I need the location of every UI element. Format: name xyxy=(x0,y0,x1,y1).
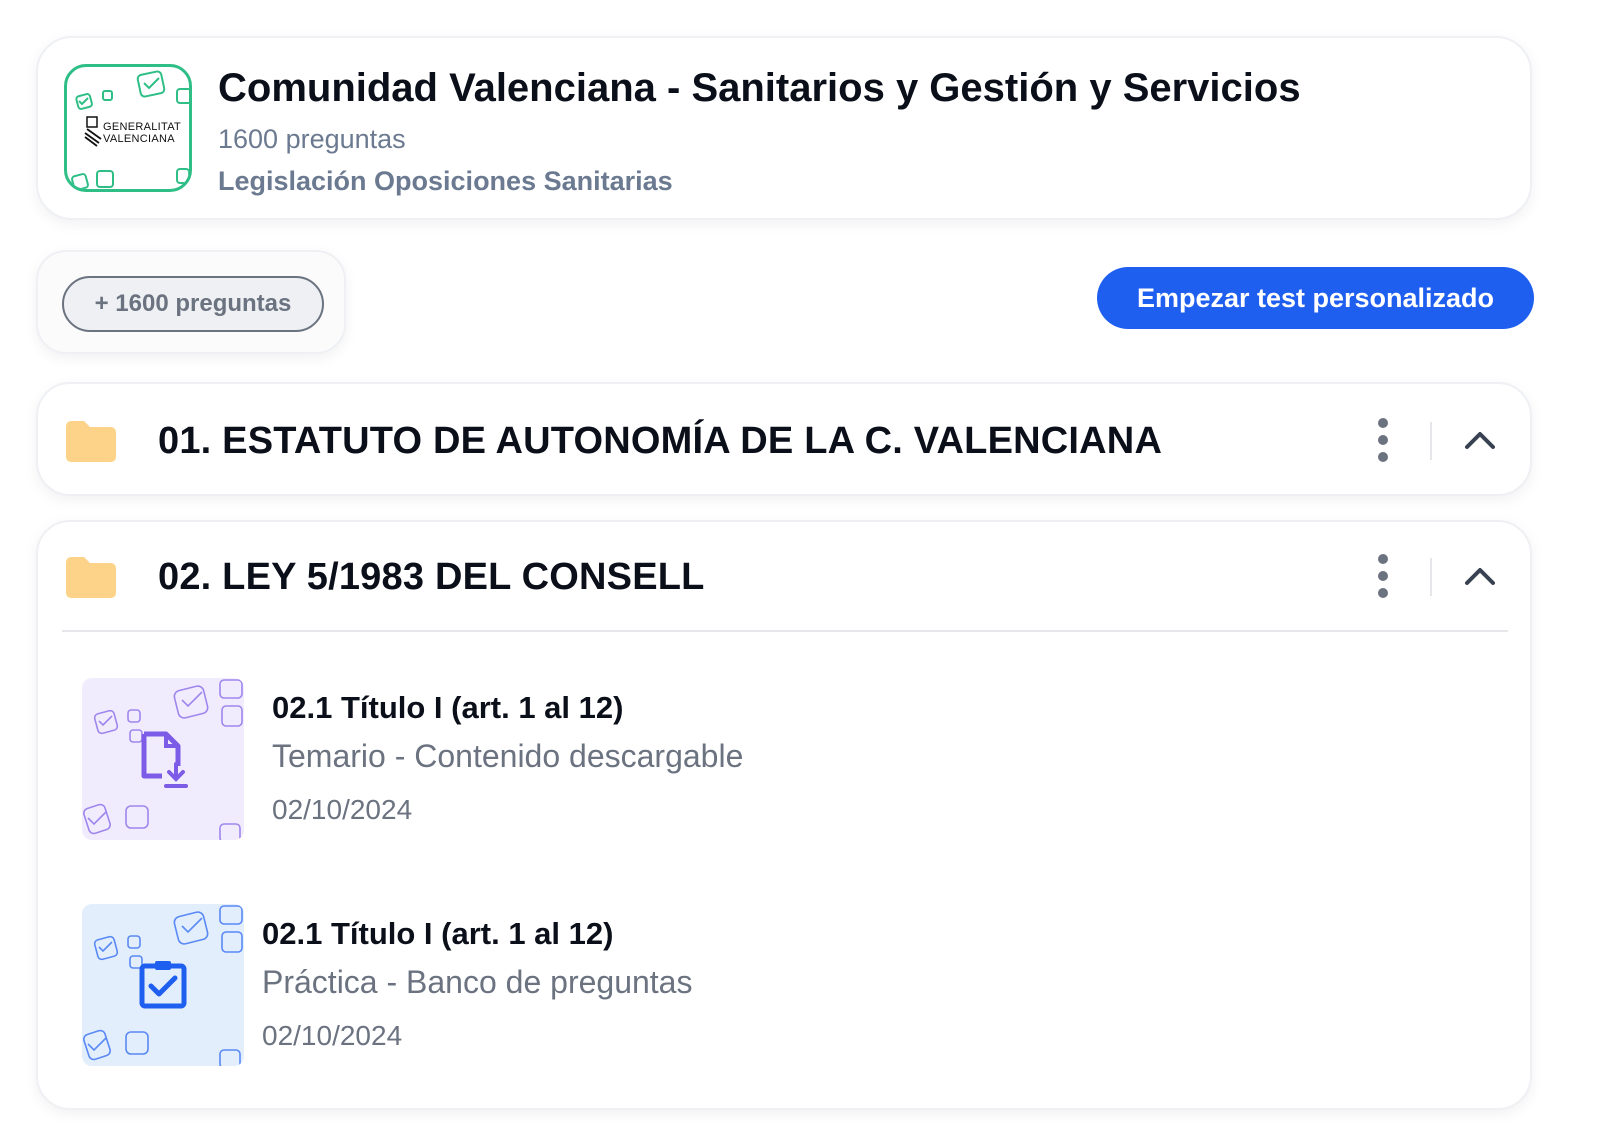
content-item[interactable]: 02.1 Título I (art. 1 al 12) Práctica - … xyxy=(82,904,1482,1066)
folder-title[interactable]: 02. LEY 5/1983 DEL CONSELL xyxy=(158,556,705,599)
divider xyxy=(1430,422,1432,460)
folder-icon xyxy=(66,421,116,462)
questions-count-chip[interactable]: + 1600 preguntas xyxy=(62,276,324,332)
item-thumbnail xyxy=(82,678,244,840)
item-subtitle: Práctica - Banco de preguntas xyxy=(262,964,693,1000)
chevron-up-icon[interactable] xyxy=(1462,428,1498,452)
more-options-icon[interactable] xyxy=(1368,418,1398,466)
course-category: Legislación Oposiciones Sanitarias xyxy=(218,166,673,196)
course-header-card: GENERALITAT VALENCIANA Comunidad Valenci… xyxy=(36,36,1532,220)
chip-container: + 1600 preguntas xyxy=(36,250,346,354)
logo-text-line2: VALENCIANA xyxy=(103,133,175,145)
item-title: 02.1 Título I (art. 1 al 12) xyxy=(272,690,624,725)
clipboard-check-icon xyxy=(139,961,187,1009)
folder-card: 02. LEY 5/1983 DEL CONSELL 02.1 Título I… xyxy=(36,520,1532,1110)
start-custom-test-button[interactable]: Empezar test personalizado xyxy=(1097,267,1534,329)
course-title: Comunidad Valenciana - Sanitarios y Gest… xyxy=(218,66,1301,110)
chevron-up-icon[interactable] xyxy=(1462,564,1498,588)
logo-text-line1: GENERALITAT xyxy=(103,121,182,133)
folder-title: 01. ESTATUTO DE AUTONOMÍA DE LA C. VALEN… xyxy=(158,420,1163,462)
coat-of-arms-icon xyxy=(84,116,102,147)
content-item[interactable]: 02.1 Título I (art. 1 al 12) Temario - C… xyxy=(82,678,1482,840)
item-date: 02/10/2024 xyxy=(262,1020,403,1051)
file-download-icon xyxy=(141,731,188,788)
folder-icon xyxy=(66,557,116,598)
more-options-icon[interactable] xyxy=(1368,554,1398,602)
item-subtitle: Temario - Contenido descargable xyxy=(272,738,744,774)
item-date: 02/10/2024 xyxy=(272,794,413,825)
course-logo: GENERALITAT VALENCIANA xyxy=(64,64,192,192)
folder-card[interactable]: 01. ESTATUTO DE AUTONOMÍA DE LA C. VALEN… xyxy=(36,382,1532,496)
folder-divider xyxy=(62,630,1508,632)
course-question-count: 1600 preguntas xyxy=(218,124,406,154)
item-thumbnail xyxy=(82,904,244,1066)
divider xyxy=(1430,558,1432,596)
item-title: 02.1 Título I (art. 1 al 12) xyxy=(262,916,614,951)
